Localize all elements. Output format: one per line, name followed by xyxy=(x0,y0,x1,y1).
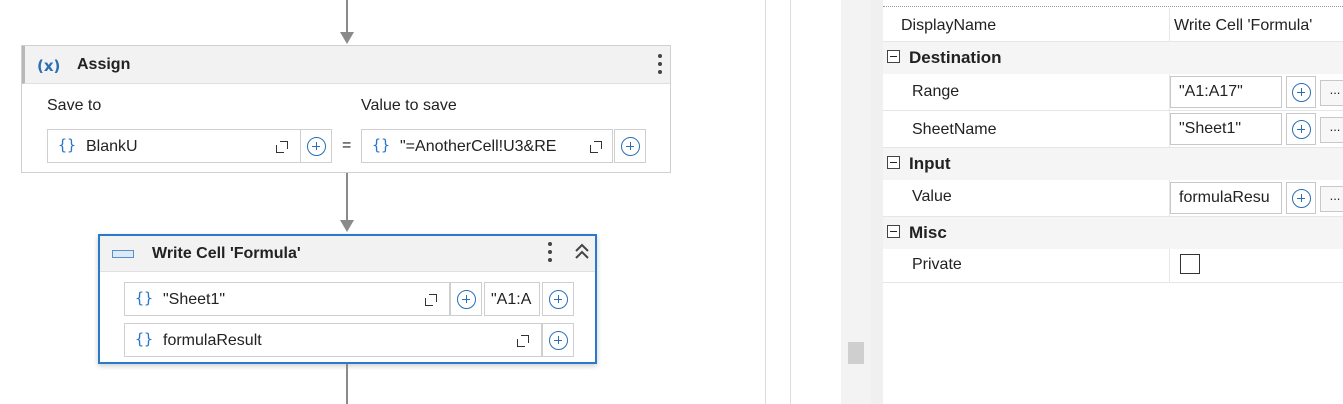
write-cell-title: Write Cell 'Formula' xyxy=(152,245,301,262)
category-destination[interactable]: Destination xyxy=(883,42,1343,74)
collapse-toggle-icon[interactable] xyxy=(887,50,900,63)
range-plus-button[interactable] xyxy=(1286,76,1316,108)
property-value-cell[interactable] xyxy=(1169,249,1343,282)
range-field[interactable]: "A1:A xyxy=(484,282,540,316)
sheet-name-field[interactable]: {} "Sheet1" xyxy=(124,282,450,316)
property-value-cell[interactable]: "Sheet1" ... xyxy=(1169,111,1343,147)
cell-value-plus-button[interactable] xyxy=(542,323,574,357)
private-checkbox[interactable] xyxy=(1180,254,1200,274)
expression-brace-icon: {} xyxy=(135,330,154,348)
expand-icon[interactable] xyxy=(517,335,529,347)
range-plus-button[interactable] xyxy=(542,282,574,316)
plus-circle-icon xyxy=(1292,120,1311,139)
panel-splitter[interactable] xyxy=(765,0,791,404)
connector-top xyxy=(346,0,348,32)
designer-canvas[interactable]: (x) Assign Save to Value to save {} Blan… xyxy=(0,0,765,404)
category-destination-label: Destination xyxy=(909,48,1002,67)
assign-more-icon[interactable] xyxy=(658,54,662,78)
plus-circle-icon xyxy=(1292,189,1311,208)
property-name-value: Value xyxy=(912,188,952,205)
plus-circle-icon xyxy=(307,137,326,156)
property-value-displayname: Write Cell 'Formula' xyxy=(1174,17,1313,34)
property-name-range: Range xyxy=(912,83,960,100)
expression-brace-icon: {} xyxy=(372,136,391,154)
cell-value-text: formulaResult xyxy=(163,332,262,349)
connector-middle xyxy=(346,173,348,221)
value-to-save-field[interactable]: {} "=AnotherCell!U3&RE xyxy=(361,129,613,163)
property-input-range[interactable]: "A1:A17" xyxy=(1170,76,1282,108)
assign-variable-icon: (x) xyxy=(37,57,61,75)
arrowhead-middle xyxy=(340,220,354,232)
range-ellipsis-button[interactable]: ... xyxy=(1320,80,1343,106)
category-input-label: Input xyxy=(909,154,951,173)
expand-icon[interactable] xyxy=(425,294,437,306)
arrowhead-top xyxy=(340,32,354,44)
property-name-sheetname: SheetName xyxy=(912,121,997,138)
property-name-displayname: DisplayName xyxy=(901,17,997,34)
property-grid-top-border xyxy=(883,6,1343,7)
value-ellipsis-button[interactable]: ... xyxy=(1320,186,1343,212)
property-input-value[interactable]: formulaResu xyxy=(1170,182,1282,214)
value-to-save-value: "=AnotherCell!U3&RE xyxy=(400,138,557,155)
category-input[interactable]: Input xyxy=(883,148,1343,180)
panel-margin xyxy=(791,0,841,404)
save-to-value: BlankU xyxy=(86,138,138,155)
category-misc[interactable]: Misc xyxy=(883,217,1343,249)
write-cell-activity[interactable]: Write Cell 'Formula' {} "Sheet1" "A1:A {… xyxy=(98,234,597,364)
value-to-save-label: Value to save xyxy=(361,97,457,114)
property-value-cell[interactable]: Write Cell 'Formula' xyxy=(1169,8,1343,41)
plus-circle-icon xyxy=(1292,83,1311,102)
assign-activity[interactable]: (x) Assign Save to Value to save {} Blan… xyxy=(21,45,671,173)
property-input-sheetname[interactable]: "Sheet1" xyxy=(1170,113,1282,145)
assign-header[interactable]: (x) Assign xyxy=(22,46,670,84)
expand-icon[interactable] xyxy=(590,141,602,153)
plus-circle-icon xyxy=(457,290,476,309)
property-value-cell[interactable]: "A1:A17" ... xyxy=(1169,74,1343,110)
excel-cell-icon xyxy=(112,250,134,258)
cell-value-field[interactable]: {} formulaResult xyxy=(124,323,542,357)
properties-panel: DisplayName Write Cell 'Formula' Destina… xyxy=(871,0,1343,404)
collapse-toggle-icon[interactable] xyxy=(887,225,900,238)
equals-sign: = xyxy=(342,137,352,154)
expand-icon[interactable] xyxy=(276,141,288,153)
property-name-private: Private xyxy=(912,256,962,273)
property-row-displayname[interactable]: DisplayName Write Cell 'Formula' xyxy=(883,8,1343,42)
expression-brace-icon: {} xyxy=(135,289,154,307)
value-to-save-plus-button[interactable] xyxy=(614,129,646,163)
property-row-private[interactable]: Private xyxy=(883,249,1343,283)
range-value: "A1:A xyxy=(491,291,532,308)
write-cell-more-icon[interactable] xyxy=(548,242,552,266)
write-cell-header[interactable]: Write Cell 'Formula' xyxy=(100,236,595,272)
collapse-toggle-icon[interactable] xyxy=(887,156,900,169)
expression-brace-icon: {} xyxy=(58,136,77,154)
plus-circle-icon xyxy=(549,290,568,309)
save-to-field[interactable]: {} BlankU xyxy=(47,129,321,163)
sheet-name-value: "Sheet1" xyxy=(163,291,226,308)
plus-circle-icon xyxy=(621,137,640,156)
property-row-sheetname[interactable]: SheetName "Sheet1" ... xyxy=(883,111,1343,148)
save-to-label: Save to xyxy=(47,97,102,114)
scrollbar-thumb[interactable] xyxy=(848,342,864,364)
plus-circle-icon xyxy=(549,331,568,350)
sheetname-ellipsis-button[interactable]: ... xyxy=(1320,117,1343,143)
property-grid-gutter xyxy=(871,0,883,404)
save-to-plus-button[interactable] xyxy=(300,129,332,163)
collapse-icon[interactable] xyxy=(573,242,591,262)
category-misc-label: Misc xyxy=(909,223,947,242)
property-value-cell[interactable]: formulaResu ... xyxy=(1169,180,1343,216)
workflow-designer-window: (x) Assign Save to Value to save {} Blan… xyxy=(0,0,1343,404)
property-row-range[interactable]: Range "A1:A17" ... xyxy=(883,74,1343,111)
value-plus-button[interactable] xyxy=(1286,182,1316,214)
property-row-value[interactable]: Value formulaResu ... xyxy=(883,180,1343,217)
sheet-name-plus-button[interactable] xyxy=(450,282,482,316)
sheetname-plus-button[interactable] xyxy=(1286,113,1316,145)
connector-bottom xyxy=(346,364,348,404)
assign-title: Assign xyxy=(77,56,131,73)
